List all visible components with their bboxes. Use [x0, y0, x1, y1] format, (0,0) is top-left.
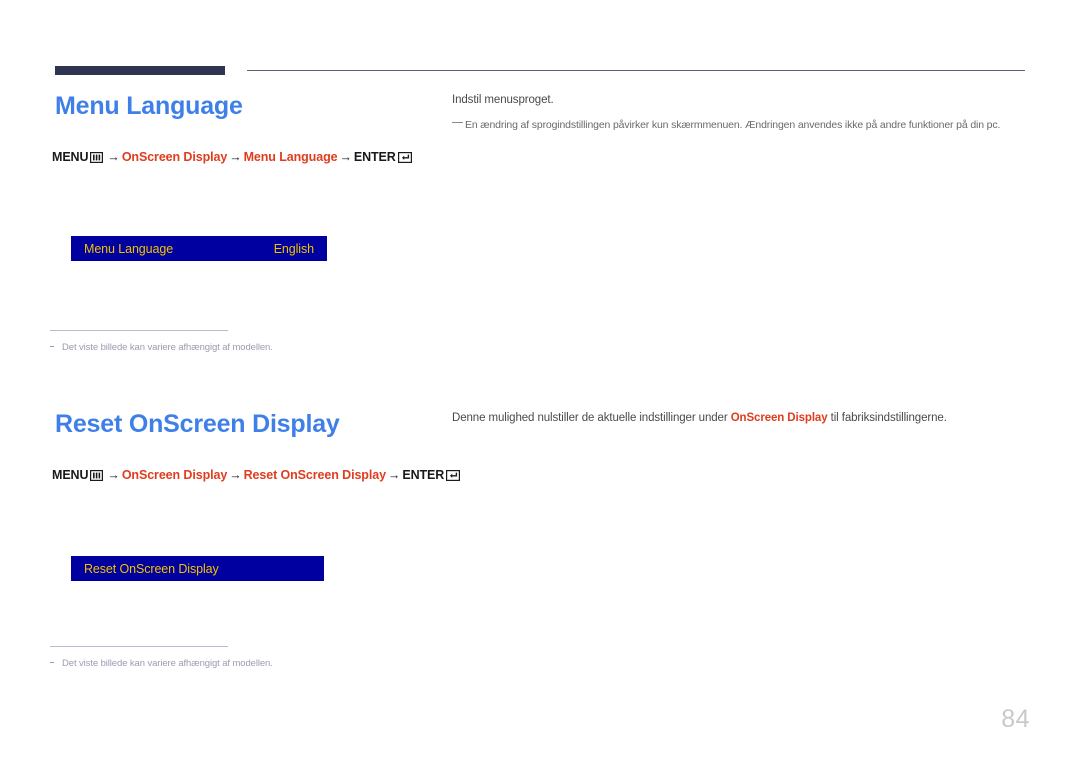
- breadcrumb-arrow-1: →: [107, 468, 120, 482]
- menu-grid-icon: [90, 470, 104, 481]
- page-number: 84: [1001, 705, 1030, 733]
- footnote-text: Det viste billede kan variere afhængigt …: [62, 342, 273, 353]
- footnote-text: Det viste billede kan variere afhængigt …: [62, 658, 273, 669]
- breadcrumb: MENU → OnScreen Display → Reset OnScreen Di…: [52, 468, 462, 482]
- section-description-column: Indstil menusproget. En ændring af sprog…: [452, 92, 1027, 134]
- enter-return-icon: [397, 152, 412, 163]
- enter-return-icon: [446, 470, 461, 481]
- footnote-line: Det viste billede kan variere afhængigt …: [50, 658, 273, 669]
- breadcrumb-step-reset-onscreen-display[interactable]: Reset OnScreen Display: [244, 468, 386, 482]
- footnote-bullet-icon: [50, 346, 54, 347]
- page-title: Reset OnScreen Display: [55, 410, 340, 438]
- footnote-bullet-icon: [50, 662, 54, 663]
- section-note: En ændring af sprogindstillingen påvirke…: [452, 118, 1027, 134]
- description-text-after: til fabriksindstillingerne.: [827, 412, 947, 424]
- footnote-rule: [50, 330, 228, 331]
- footnote-rule: [50, 646, 228, 647]
- osd-row-value: English: [273, 241, 314, 256]
- menu-grid-icon: [90, 152, 104, 163]
- header-rule-thin: [247, 70, 1025, 71]
- osd-row-label: Reset OnScreen Display: [84, 561, 219, 576]
- description-text-before: Denne mulighed nulstiller de aktuelle in…: [452, 412, 731, 424]
- section-description: Denne mulighed nulstiller de aktuelle in…: [452, 410, 1027, 427]
- breadcrumb-step-menu-language[interactable]: Menu Language: [244, 150, 338, 164]
- breadcrumb-arrow-3: →: [387, 468, 401, 482]
- section-note-text: En ændring af sprogindstillingen påvirke…: [465, 119, 1001, 132]
- breadcrumb-arrow-2: →: [229, 150, 242, 164]
- manual-page: Menu Language MENU → OnScreen Display → Men…: [0, 0, 1080, 763]
- breadcrumb-arrow-2: →: [229, 468, 242, 482]
- breadcrumb-enter-label: ENTER: [353, 150, 396, 164]
- footnote: Det viste billede kan variere afhængigt …: [50, 646, 273, 669]
- note-dash-icon: [452, 121, 463, 124]
- breadcrumb-arrow-3: →: [339, 150, 352, 164]
- breadcrumb-step-onscreen-display[interactable]: OnScreen Display: [122, 468, 227, 482]
- footnote-line: Det viste billede kan variere afhængigt …: [50, 342, 273, 353]
- osd-menu-row-menu-language[interactable]: Menu Language English: [71, 236, 327, 261]
- header-rule-thick: [55, 66, 225, 75]
- breadcrumb-enter-label: ENTER: [402, 468, 445, 482]
- breadcrumb: MENU → OnScreen Display → Menu Language → ENT…: [52, 150, 414, 164]
- page-title: Menu Language: [55, 92, 243, 120]
- osd-menu-row-reset-onscreen-display[interactable]: Reset OnScreen Display: [71, 556, 324, 581]
- breadcrumb-menu-label: MENU: [52, 468, 89, 482]
- description-highlight: OnScreen Display: [730, 412, 828, 424]
- footnote: Det viste billede kan variere afhængigt …: [50, 330, 273, 353]
- breadcrumb-arrow-1: →: [107, 150, 120, 164]
- section-description-column: Denne mulighed nulstiller de aktuelle in…: [452, 410, 1027, 427]
- breadcrumb-menu-label: MENU: [52, 150, 89, 164]
- osd-row-label: Menu Language: [84, 241, 174, 256]
- section-description: Indstil menusproget.: [452, 94, 554, 106]
- breadcrumb-step-onscreen-display[interactable]: OnScreen Display: [122, 150, 227, 164]
- page-header-rule: [55, 66, 1025, 76]
